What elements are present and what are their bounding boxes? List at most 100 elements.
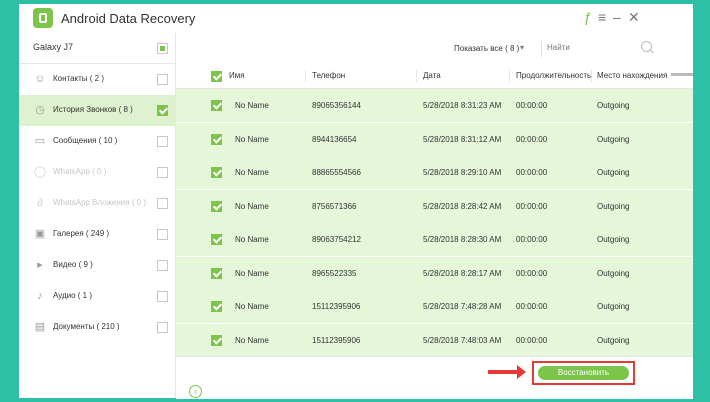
app-title: Android Data Recovery (61, 11, 196, 26)
device-checkbox[interactable] (157, 43, 168, 54)
table-row[interactable]: No Name 8756571366 5/28/2018 8:28:42 AM 00:… (176, 189, 693, 223)
row-checkbox[interactable] (211, 301, 222, 312)
column-divider (305, 70, 306, 82)
sidebar-item[interactable]: ▣ Галерея ( 249 ) (19, 219, 175, 250)
cell-name: No Name (235, 201, 269, 211)
cell-phone: 89063754212 (312, 235, 361, 244)
row-checkbox[interactable] (211, 200, 222, 212)
cell-type: Outgoing (597, 201, 630, 211)
cell-date: 5/28/2018 8:31:12 AM (423, 134, 502, 144)
row-checkbox[interactable] (211, 234, 222, 245)
column-header-duration[interactable]: Продолжительность (516, 71, 594, 80)
cell-date: 5/28/2018 8:31:23 AM (423, 101, 502, 110)
audio-icon: ♪ (37, 290, 43, 302)
cell-type: Outgoing (597, 268, 630, 278)
chevron-down-icon[interactable]: ▾ (520, 43, 524, 52)
table-row[interactable]: No Name 15112395906 5/28/2018 7:48:03 AM 00… (176, 323, 693, 356)
row-checkbox[interactable] (211, 133, 222, 145)
sidebar-item[interactable]: ◯ WhatsApp ( 0 ) (19, 157, 175, 188)
device-row[interactable]: Galaxy J7 (19, 33, 175, 64)
row-checkbox[interactable] (211, 100, 222, 111)
row-checkbox[interactable] (211, 334, 222, 346)
sidebar-item[interactable]: ∂ WhatsApp Вложения ( 0 ) (19, 188, 175, 219)
table-row[interactable]: No Name 88865554566 5/28/2018 8:29:10 AM 00… (176, 156, 693, 189)
sidebar-item-label: Видео ( 9 ) (53, 260, 93, 269)
cell-duration: 00:00:00 (516, 101, 548, 110)
minimize-icon[interactable]: – (613, 9, 621, 25)
app-window: Android Data Recovery ƒ ≡ – ✕ Galaxy J7 … (19, 4, 693, 399)
close-icon[interactable]: ✕ (628, 9, 640, 25)
sidebar-item-checkbox[interactable] (157, 322, 168, 333)
screenshot-frame: Android Data Recovery ƒ ≡ – ✕ Galaxy J7 … (0, 0, 710, 402)
search-input[interactable]: Найти (547, 39, 667, 57)
column-header-name[interactable]: Имя (229, 71, 245, 80)
sidebar-item[interactable]: ☺ Контакты ( 2 ) (19, 64, 175, 95)
cell-type: Outgoing (597, 134, 630, 144)
sidebar-item-checkbox[interactable] (157, 105, 168, 116)
column-header-phone[interactable]: Телефон (312, 71, 345, 80)
cell-date: 5/28/2018 8:28:17 AM (423, 268, 502, 278)
cell-name: No Name (235, 268, 269, 278)
table-row[interactable]: No Name 89065356144 5/28/2018 8:31:23 AM 00… (176, 89, 693, 122)
cell-duration: 00:00:00 (516, 201, 548, 211)
select-all-checkbox[interactable] (211, 71, 222, 82)
cell-phone: 89065356144 (312, 101, 361, 110)
bottom-bar: ‹ Восстановить (176, 356, 693, 399)
cell-date: 5/28/2018 7:48:03 AM (423, 335, 502, 345)
sidebar-item-checkbox[interactable] (157, 291, 168, 302)
cell-duration: 00:00:00 (516, 302, 548, 311)
annotation-arrow (488, 365, 526, 379)
horizontal-scrollbar[interactable] (671, 73, 693, 76)
cell-duration: 00:00:00 (516, 235, 548, 244)
table-row[interactable]: No Name 89063754212 5/28/2018 8:28:30 AM 00… (176, 223, 693, 256)
sidebar-item[interactable]: ▭ Сообщения ( 10 ) (19, 126, 175, 157)
sidebar-item-checkbox[interactable] (157, 198, 168, 209)
leaf-icon[interactable]: ƒ (584, 9, 592, 25)
sidebar-item-label: История Звонков ( 8 ) (53, 105, 133, 114)
row-checkbox[interactable] (211, 167, 222, 178)
annotation-highlight: Восстановить (532, 361, 635, 385)
sidebar-item-checkbox[interactable] (157, 260, 168, 271)
sidebar-item-label: WhatsApp ( 0 ) (53, 167, 107, 176)
table-row[interactable]: No Name 8944136654 5/28/2018 8:31:12 AM 00:… (176, 122, 693, 156)
cell-duration: 00:00:00 (516, 168, 548, 177)
cell-phone: 88865554566 (312, 168, 361, 177)
call-history-table: Имя Телефон Дата Продолжительность Место… (176, 64, 693, 356)
sidebar-item[interactable]: ♪ Аудио ( 1 ) (19, 281, 175, 312)
sidebar-item-label: Галерея ( 249 ) (53, 229, 110, 238)
cell-type: Outgoing (597, 101, 630, 110)
column-header-date[interactable]: Дата (423, 71, 441, 80)
search-icon[interactable] (641, 41, 652, 52)
search-placeholder: Найти (547, 43, 570, 52)
table-row[interactable]: No Name 8965522335 5/28/2018 8:28:17 AM 00:… (176, 256, 693, 290)
whatsapp-icon: ◯ (33, 166, 47, 178)
table-header: Имя Телефон Дата Продолжительность Место… (176, 64, 693, 89)
cell-name: No Name (235, 101, 269, 110)
row-checkbox[interactable] (211, 267, 222, 279)
sidebar-item-checkbox[interactable] (157, 136, 168, 147)
cell-phone: 8965522335 (312, 268, 357, 278)
menu-icon[interactable]: ≡ (598, 9, 606, 25)
app-logo-icon (33, 8, 53, 28)
cell-duration: 00:00:00 (516, 134, 548, 144)
device-label: Galaxy J7 (33, 42, 74, 52)
column-divider (509, 70, 510, 82)
back-arrow-icon[interactable]: ‹ (189, 385, 202, 398)
cell-duration: 00:00:00 (516, 335, 548, 345)
cell-date: 5/28/2018 7:48:28 AM (423, 302, 502, 311)
sidebar-item[interactable]: ◷ История Звонков ( 8 ) (19, 95, 175, 126)
show-all-dropdown[interactable]: Показать все ( 8 ) (454, 44, 519, 53)
sidebar-item-checkbox[interactable] (157, 229, 168, 240)
cell-date: 5/28/2018 8:29:10 AM (423, 168, 502, 177)
column-header-location[interactable]: Место нахождения (597, 71, 669, 80)
filter-bar: Показать все ( 8 ) ▾ Найти (176, 33, 693, 65)
cell-phone: 15112395906 (312, 302, 361, 311)
sidebar-item-checkbox[interactable] (157, 167, 168, 178)
recover-button[interactable]: Восстановить (538, 366, 629, 380)
sidebar-item[interactable]: ▸ Видео ( 9 ) (19, 250, 175, 281)
divider (541, 41, 542, 57)
table-row[interactable]: No Name 15112395906 5/28/2018 7:48:28 AM 00… (176, 290, 693, 323)
sidebar-item[interactable]: ▤ Документы ( 210 ) (19, 312, 175, 343)
cell-type: Outgoing (597, 335, 630, 345)
sidebar-item-checkbox[interactable] (157, 74, 168, 85)
